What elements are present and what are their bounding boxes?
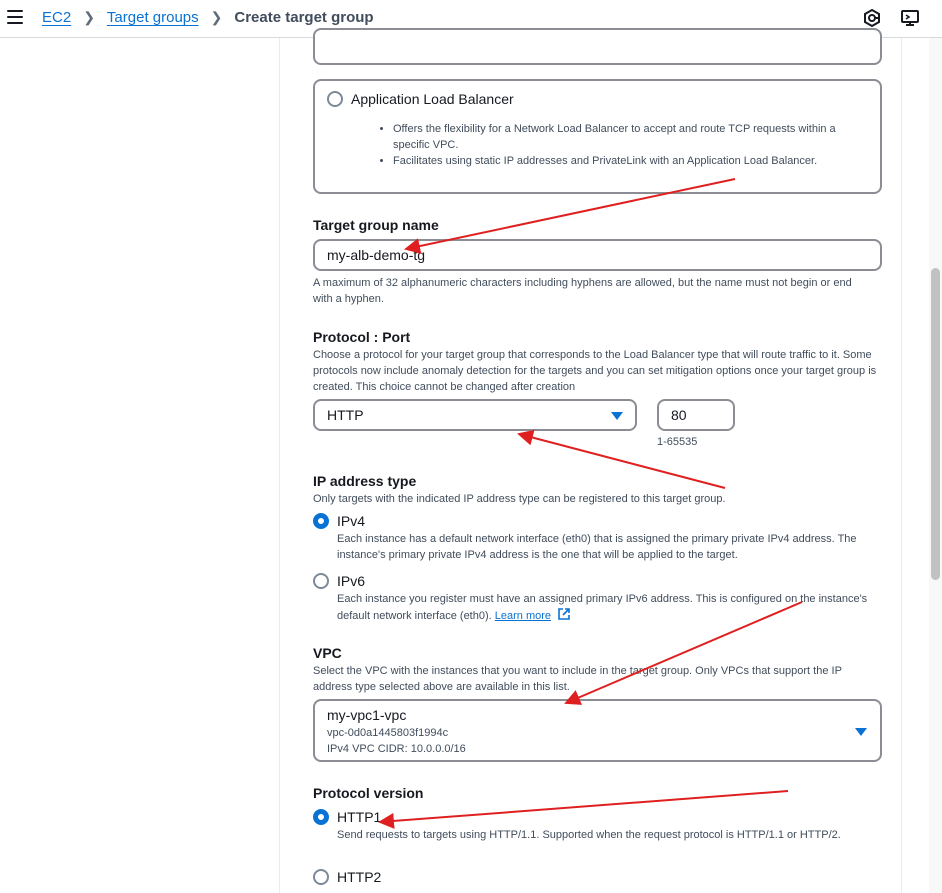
protocol-port-description: Choose a protocol for your target group … bbox=[313, 349, 877, 393]
breadcrumb-current-page: Create target group bbox=[234, 9, 374, 26]
target-group-name-label: Target group name bbox=[313, 217, 439, 233]
alb-bullet-list: Offers the flexibility for a Network Loa… bbox=[375, 121, 865, 169]
ip-address-type-description: Only targets with the indicated IP addre… bbox=[313, 493, 726, 505]
ip-address-type-label: IP address type bbox=[313, 473, 417, 489]
target-group-name-hint: A maximum of 32 alphanumeric characters … bbox=[313, 277, 852, 305]
alb-option-card[interactable]: Application Load Balancer Offers the fle… bbox=[313, 79, 882, 194]
protocol-version-label: Protocol version bbox=[313, 785, 424, 801]
breadcrumb-target-groups[interactable]: Target groups bbox=[107, 9, 199, 26]
protocol-select[interactable]: HTTP bbox=[313, 399, 637, 431]
scrollbar-thumb[interactable] bbox=[931, 268, 940, 580]
http2-radio[interactable] bbox=[313, 869, 329, 885]
port-range-hint: 1-65535 bbox=[657, 436, 698, 448]
alb-bullet-2: Facilitates using static IP addresses an… bbox=[393, 153, 865, 169]
external-link-icon bbox=[558, 608, 570, 620]
port-input[interactable]: 80 bbox=[657, 399, 735, 431]
protocol-port-label: Protocol : Port bbox=[313, 329, 411, 345]
vpc-cidr: IPv4 VPC CIDR: 10.0.0.0/16 bbox=[327, 743, 466, 755]
protocol-select-value: HTTP bbox=[327, 407, 364, 423]
ipv6-description-text: Each instance you register must have an … bbox=[337, 593, 868, 622]
http2-label: HTTP2 bbox=[337, 869, 382, 885]
ipv4-radio[interactable] bbox=[313, 513, 329, 529]
breadcrumb-ec2[interactable]: EC2 bbox=[42, 9, 71, 26]
chevron-right-icon: ❯ bbox=[210, 9, 223, 25]
notifications-icon[interactable] bbox=[862, 8, 882, 28]
ipv4-description: Each instance has a default network inte… bbox=[337, 533, 857, 561]
help-panel-icon[interactable] bbox=[900, 8, 920, 28]
menu-icon[interactable] bbox=[7, 10, 23, 24]
chevron-right-icon: ❯ bbox=[83, 9, 95, 25]
ipv6-radio[interactable] bbox=[313, 573, 329, 589]
breadcrumb: EC2 ❯ Target groups ❯ Create target grou… bbox=[42, 9, 374, 26]
ipv6-description: Each instance you register must have an … bbox=[337, 591, 877, 624]
http1-description: Send requests to targets using HTTP/1.1.… bbox=[337, 829, 841, 841]
http1-label: HTTP1 bbox=[337, 809, 382, 825]
learn-more-link[interactable]: Learn more bbox=[495, 610, 551, 622]
caret-down-icon bbox=[611, 412, 623, 420]
right-panel-gutter bbox=[901, 38, 929, 893]
caret-down-icon bbox=[855, 728, 867, 736]
alb-bullet-1: Offers the flexibility for a Network Loa… bbox=[393, 121, 865, 153]
vpc-select[interactable]: my-vpc1-vpc vpc-0d0a1445803f1994c IPv4 V… bbox=[313, 699, 882, 762]
http1-radio[interactable] bbox=[313, 809, 329, 825]
vpc-name: my-vpc1-vpc bbox=[327, 707, 407, 723]
ipv6-label: IPv6 bbox=[337, 573, 366, 589]
vpc-label: VPC bbox=[313, 645, 342, 661]
alb-radio[interactable] bbox=[327, 91, 343, 107]
alb-label: Application Load Balancer bbox=[351, 91, 514, 107]
vpc-id: vpc-0d0a1445803f1994c bbox=[327, 727, 449, 739]
vpc-description: Select the VPC with the instances that y… bbox=[313, 665, 842, 693]
load-balancer-option-card-previous[interactable] bbox=[313, 28, 882, 65]
ipv4-label: IPv4 bbox=[337, 513, 366, 529]
side-navigation-area bbox=[0, 38, 280, 893]
main-content: Application Load Balancer Offers the fle… bbox=[281, 28, 901, 893]
target-group-name-input[interactable]: my-alb-demo-tg bbox=[313, 239, 882, 271]
